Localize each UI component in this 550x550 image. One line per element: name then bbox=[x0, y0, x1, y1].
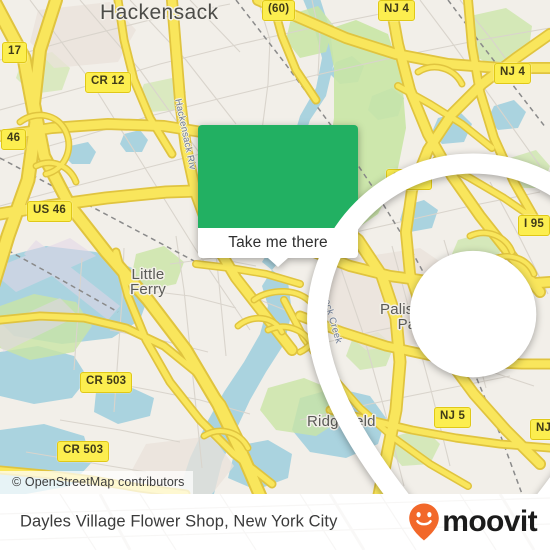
card-icon-area bbox=[198, 125, 550, 494]
road-shield-cr-503-north[interactable]: CR 503 bbox=[80, 372, 133, 393]
osm-attribution[interactable]: © OpenStreetMap contributors bbox=[0, 471, 193, 494]
footer-bar: Dayles Village Flower Shop, New York Cit… bbox=[0, 494, 550, 550]
take-me-there-button[interactable]: Take me there bbox=[198, 228, 358, 267]
moovit-smiley-pin-icon bbox=[409, 503, 440, 541]
road-shield-cr-12-west[interactable]: CR 12 bbox=[85, 72, 131, 93]
road-shield-60[interactable]: (60) bbox=[262, 0, 296, 21]
map-screenshot: Hackensack Little Ferry Palisades Park R… bbox=[0, 0, 550, 550]
road-shield-nj-4-north[interactable]: NJ 4 bbox=[378, 0, 416, 21]
map-canvas[interactable]: Hackensack Little Ferry Palisades Park R… bbox=[0, 0, 550, 494]
take-me-there-label: Take me there bbox=[228, 234, 328, 251]
map-pin-icon bbox=[307, 153, 550, 494]
road-shield-nj-4-east[interactable]: NJ 4 bbox=[494, 63, 532, 84]
location-callout-card[interactable]: Take me there bbox=[198, 125, 550, 494]
road-shield-us-46[interactable]: US 46 bbox=[27, 201, 72, 222]
callout-tail bbox=[268, 258, 288, 267]
page-title: Dayles Village Flower Shop, New York Cit… bbox=[20, 512, 338, 531]
road-shield-17[interactable]: 17 bbox=[2, 42, 28, 63]
road-shield-cr-503-south[interactable]: CR 503 bbox=[57, 441, 110, 462]
moovit-logo[interactable]: moovit bbox=[408, 502, 538, 542]
moovit-wordmark: moovit bbox=[442, 505, 537, 538]
road-shield-46[interactable]: 46 bbox=[1, 129, 27, 150]
